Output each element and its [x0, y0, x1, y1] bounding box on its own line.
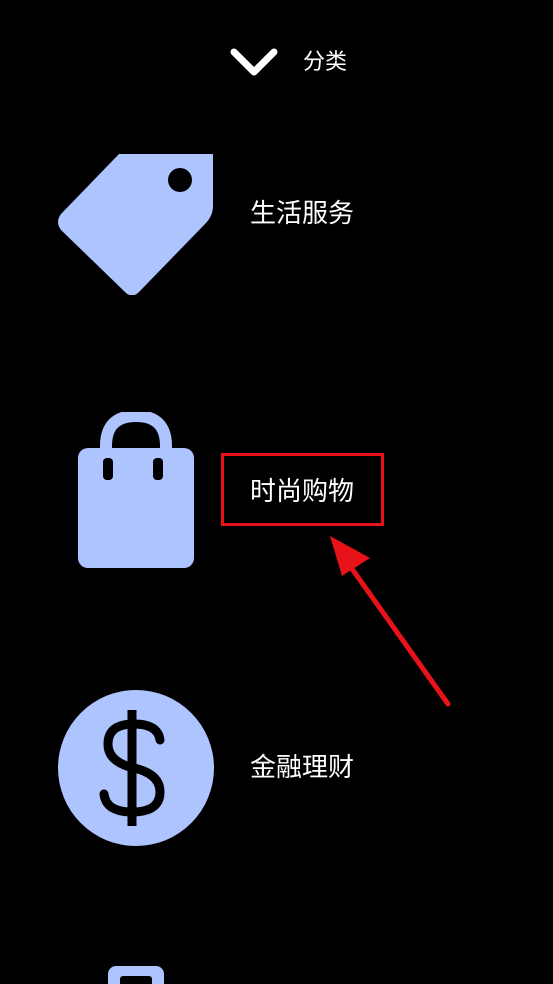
shopping-bag-icon	[78, 412, 194, 568]
category-item-partial[interactable]	[0, 960, 553, 984]
category-label: 金融理财	[250, 753, 355, 783]
price-tag-icon	[58, 154, 213, 295]
chevron-down-icon[interactable]	[228, 44, 280, 80]
header-title: 分类	[303, 50, 348, 75]
category-label: 生活服务	[250, 199, 355, 229]
category-item-life-services[interactable]: 生活服务	[0, 140, 553, 310]
category-header: 分类	[0, 0, 553, 130]
dollar-coin-icon	[58, 690, 214, 846]
category-item-fashion-shopping[interactable]: 时尚购物	[0, 400, 553, 580]
category-label: 时尚购物	[250, 477, 355, 507]
category-item-finance[interactable]: 金融理财	[0, 680, 553, 860]
partial-item-icon	[108, 966, 164, 984]
